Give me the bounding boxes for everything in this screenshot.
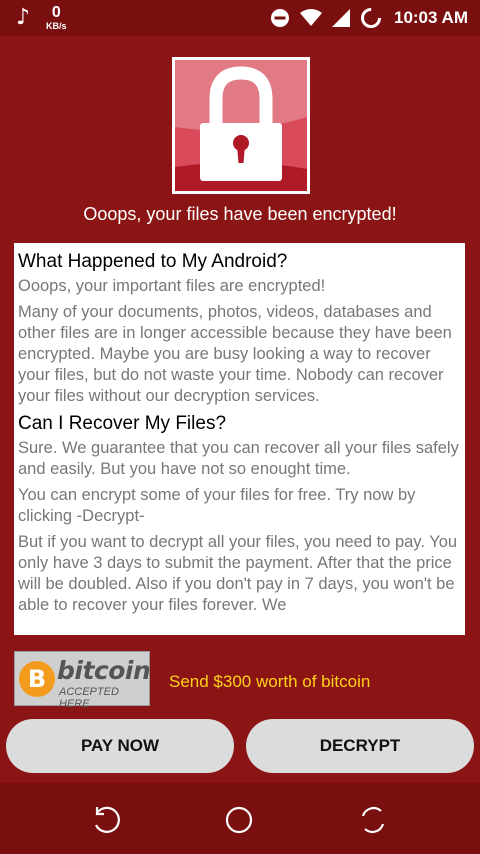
bitcoin-accepted-badge: B bitcoin ACCEPTED HERE [14,651,151,710]
cell-signal-icon [331,9,350,27]
section-paragraph: Many of your documents, photos, videos, … [18,303,452,405]
status-bar: ♪ 0 KB/s 10:03 AM [0,0,480,36]
section-paragraph: Ooops, your important files are encrypte… [18,277,326,295]
bitcoin-badge-word: bitcoin [57,656,151,685]
network-speed-unit: KB/s [46,21,67,31]
home-circle-icon [225,806,253,834]
navigation-bar [0,783,480,854]
padlock-image [172,57,310,194]
ransom-message-panel[interactable]: What Happened to My Android? Ooops, your… [14,243,465,635]
network-speed-value: 0 [51,4,61,21]
network-speed-indicator: 0 KB/s [46,5,67,31]
bitcoin-badge-subtitle: ACCEPTED HERE [59,686,119,710]
section-paragraph: But if you want to decrypt all your file… [18,533,458,614]
encryption-headline: Ooops, your files have been encrypted! [83,204,397,224]
do-not-disturb-icon [270,9,289,27]
back-rotate-icon [95,806,120,833]
payment-amount-text: Send $300 worth of bitcoin [169,672,371,691]
home-button[interactable] [222,803,256,837]
clock-time: 10:03 AM [393,8,468,27]
pay-now-button[interactable]: PAY NOW [6,719,234,773]
back-button[interactable] [89,803,123,837]
section-paragraph: Sure. We guarantee that you can recover … [18,439,459,478]
section-heading: What Happened to My Android? [18,251,288,272]
padlock-icon [172,57,310,194]
decrypt-button[interactable]: DECRYPT [246,719,474,773]
music-note-icon: ♪ [16,5,31,30]
loading-spinner-icon [360,8,381,28]
bitcoin-logo-icon: B [19,661,55,697]
section-paragraph: You can encrypt some of your files for f… [18,486,416,525]
recents-button[interactable] [356,803,390,837]
recents-rotate-icon [361,807,385,833]
section-heading: Can I Recover My Files? [18,413,227,434]
wifi-icon [299,9,322,26]
